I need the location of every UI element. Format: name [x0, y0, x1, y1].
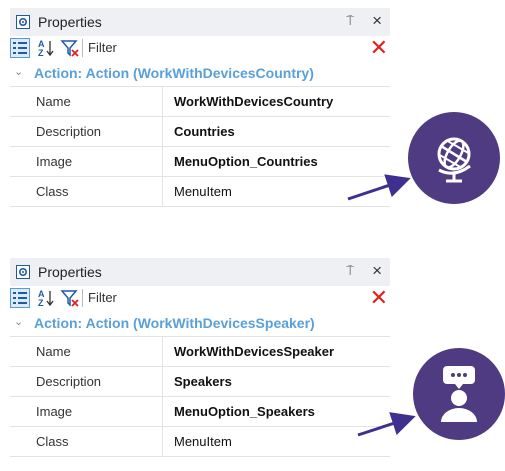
- globe-icon: [437, 137, 471, 183]
- speaker-image-preview: [413, 348, 505, 440]
- arrow-to-speaker: [357, 412, 416, 437]
- speaker-icon: [441, 366, 477, 422]
- globe-image-preview: [408, 112, 500, 204]
- arrow-to-globe: [347, 174, 411, 201]
